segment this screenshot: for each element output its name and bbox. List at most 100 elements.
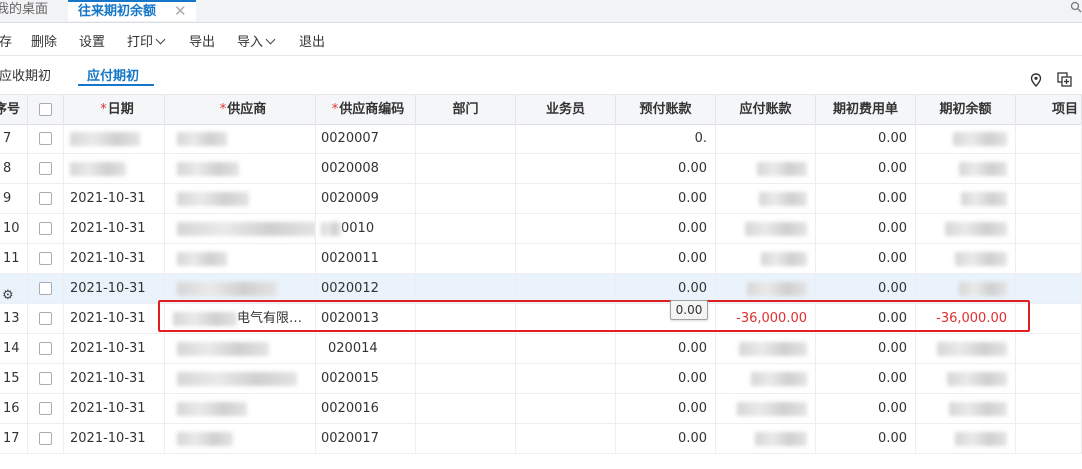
supplier-code-cell[interactable]: 0020012 (316, 274, 416, 303)
table-row[interactable]: 7 0020007 0. 0.00 (0, 124, 1082, 154)
search-icon[interactable] (1070, 1, 1082, 13)
fee-cell[interactable]: 0.00 (816, 424, 916, 453)
fee-cell[interactable]: 0.00 (816, 184, 916, 213)
date-cell[interactable] (64, 124, 165, 153)
dept-cell[interactable] (416, 244, 516, 273)
row-checkbox[interactable] (39, 342, 52, 355)
supplier-code-cell[interactable]: 0020007 (316, 124, 416, 153)
project-cell[interactable] (1016, 124, 1082, 153)
row-select[interactable] (28, 334, 64, 363)
row-checkbox[interactable] (39, 282, 52, 295)
payable-cell[interactable] (716, 184, 816, 213)
prepaid-cell[interactable]: 0.00 (616, 244, 716, 273)
row-select[interactable] (28, 304, 64, 333)
header-dept[interactable]: 部门 (416, 95, 516, 124)
balance-cell[interactable] (916, 124, 1016, 153)
salesperson-cell[interactable] (516, 184, 616, 213)
prepaid-cell[interactable]: 0.00 (616, 214, 716, 243)
settings-button[interactable]: 设置 (79, 31, 105, 50)
tab-payable-opening[interactable]: 应付期初 (87, 65, 139, 84)
supplier-cell[interactable] (165, 184, 316, 213)
payable-cell[interactable] (716, 274, 816, 303)
supplier-code-cell[interactable]: 0010 (316, 214, 416, 243)
row-checkbox[interactable] (39, 312, 52, 325)
project-cell[interactable] (1016, 214, 1082, 243)
import-button[interactable]: 导入 (237, 31, 276, 50)
table-row[interactable]: 16 2021-10-31 0020016 0.00 0.00 (0, 394, 1082, 424)
supplier-code-cell[interactable]: 0020017 (316, 424, 416, 453)
header-prepaid[interactable]: 预付账款 (616, 95, 716, 124)
fee-cell[interactable]: 0.00 (816, 154, 916, 183)
add-window-icon[interactable] (1057, 72, 1072, 87)
project-cell[interactable] (1016, 244, 1082, 273)
payable-cell[interactable] (716, 244, 816, 273)
salesperson-cell[interactable] (516, 394, 616, 423)
dept-cell[interactable] (416, 364, 516, 393)
supplier-cell[interactable] (165, 334, 316, 363)
date-cell[interactable]: 2021-10-31 (64, 214, 165, 243)
date-cell[interactable]: 2021-10-31 (64, 184, 165, 213)
balance-cell[interactable] (916, 244, 1016, 273)
prepaid-cell[interactable]: 0.00 (616, 394, 716, 423)
fee-cell[interactable]: 0.00 (816, 244, 916, 273)
tab-receivable-opening[interactable]: 应收期初 (0, 65, 51, 84)
dept-cell[interactable] (416, 394, 516, 423)
date-cell[interactable]: 2021-10-31 (64, 244, 165, 273)
salesperson-cell[interactable] (516, 424, 616, 453)
payable-cell[interactable] (716, 364, 816, 393)
table-row[interactable]: 14 2021-10-31 020014 0.00 0.00 (0, 334, 1082, 364)
date-cell[interactable]: 2021-10-31 (64, 304, 165, 333)
export-button[interactable]: 导出 (189, 31, 215, 50)
table-row[interactable]: 10 2021-10-31 0010 0.00 0.00 (0, 214, 1082, 244)
salesperson-cell[interactable] (516, 334, 616, 363)
row-checkbox[interactable] (39, 132, 52, 145)
prepaid-edit-input[interactable]: 0.00 (670, 300, 708, 320)
header-balance[interactable]: 期初余额 (916, 95, 1016, 124)
select-all-checkbox[interactable] (39, 103, 52, 116)
balance-cell[interactable] (916, 424, 1016, 453)
table-row[interactable]: 17 2021-10-31 0020017 0.00 0.00 (0, 424, 1082, 454)
header-project[interactable]: 项目 (1016, 95, 1082, 124)
tab-opening-balance[interactable]: 往来期初余额 ✕ (68, 0, 196, 21)
print-button[interactable]: 打印 (127, 31, 166, 50)
project-cell[interactable] (1016, 184, 1082, 213)
supplier-cell[interactable] (165, 124, 316, 153)
header-payable[interactable]: 应付账款 (716, 95, 816, 124)
row-checkbox[interactable] (39, 192, 52, 205)
supplier-code-cell[interactable]: 020014 (316, 334, 416, 363)
supplier-code-cell[interactable]: 0020016 (316, 394, 416, 423)
row-select[interactable] (28, 274, 64, 303)
salesperson-cell[interactable] (516, 244, 616, 273)
payable-cell[interactable] (716, 394, 816, 423)
prepaid-cell[interactable]: 0.00 (616, 424, 716, 453)
date-cell[interactable]: 2021-10-31 (64, 394, 165, 423)
header-supplier[interactable]: *供应商 (165, 95, 316, 124)
project-cell[interactable] (1016, 334, 1082, 363)
row-checkbox[interactable] (39, 372, 52, 385)
row-select[interactable] (28, 214, 64, 243)
balance-cell[interactable] (916, 364, 1016, 393)
row-select[interactable] (28, 184, 64, 213)
table-row[interactable]: 15 2021-10-31 0020015 0.00 0.00 (0, 364, 1082, 394)
delete-button[interactable]: 删除 (31, 31, 57, 50)
exit-button[interactable]: 退出 (299, 31, 325, 50)
balance-cell[interactable] (916, 214, 1016, 243)
location-pin-icon[interactable] (1030, 73, 1042, 87)
prepaid-cell[interactable]: 0.00 (616, 364, 716, 393)
header-date[interactable]: *日期 (64, 95, 165, 124)
row-select[interactable] (28, 364, 64, 393)
dept-cell[interactable] (416, 424, 516, 453)
supplier-code-cell[interactable]: 0020009 (316, 184, 416, 213)
row-select[interactable] (28, 154, 64, 183)
date-cell[interactable]: 2021-10-31 (64, 364, 165, 393)
project-cell[interactable] (1016, 154, 1082, 183)
dept-cell[interactable] (416, 334, 516, 363)
row-checkbox[interactable] (39, 162, 52, 175)
dept-cell[interactable] (416, 274, 516, 303)
date-cell[interactable]: 2021-10-31 (64, 274, 165, 303)
project-cell[interactable] (1016, 274, 1082, 303)
balance-cell[interactable] (916, 274, 1016, 303)
header-select-all[interactable] (28, 95, 64, 124)
gear-icon[interactable]: ⚙ (2, 281, 14, 303)
row-select[interactable] (28, 244, 64, 273)
